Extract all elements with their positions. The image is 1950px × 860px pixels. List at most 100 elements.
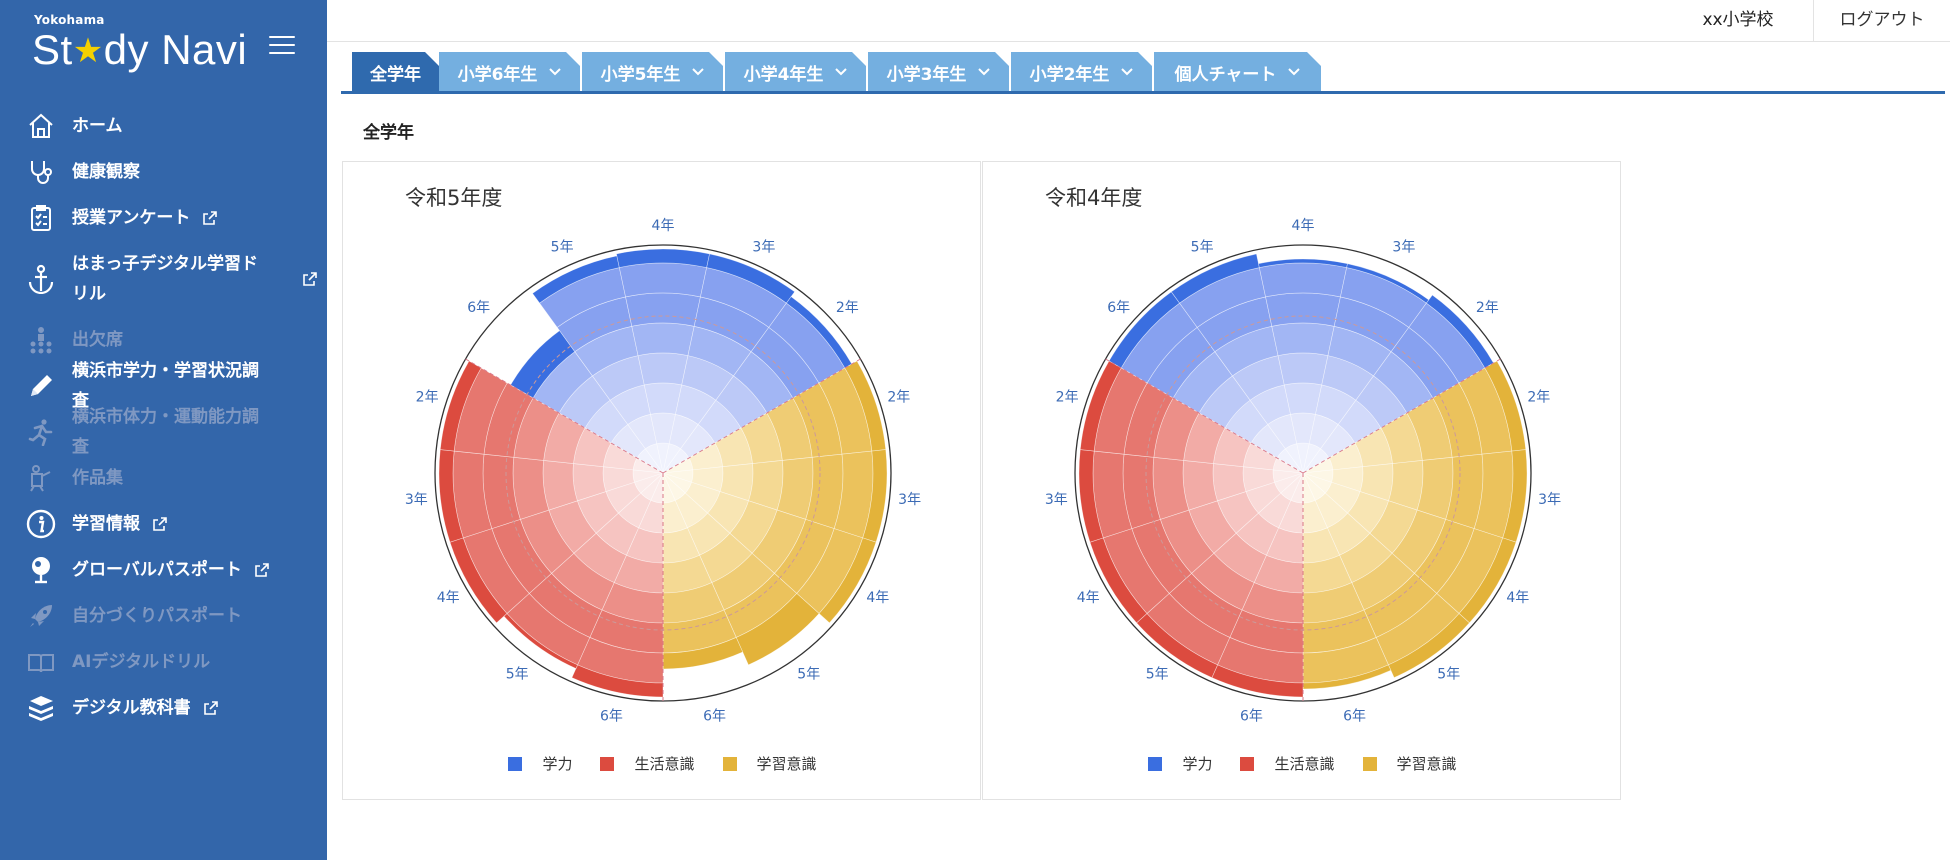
legend-item[interactable]: 学力 [508,753,572,774]
tab-all-grades[interactable]: 全学年 [352,52,439,92]
star-icon: ★ [72,32,104,70]
brand-logo[interactable]: St★dy Navi [32,26,247,74]
sidebar-item-label: 健康観察 [72,162,140,182]
sidebar-item-label: 出欠席 [72,330,123,350]
tab-grade-3[interactable]: 小学3年生 [868,52,1009,92]
category-label: 5年 [1437,667,1460,683]
category-label: 6年 [600,709,623,725]
tab-label: 全学年 [370,64,421,85]
category-label: 5年 [506,667,529,683]
category-label: 2年 [1527,389,1550,405]
sidebar-item-home[interactable]: ホーム [0,103,327,149]
legend-label: 学習意識 [1396,755,1457,773]
sidebar-item-survey[interactable]: 授業アンケート [0,195,327,241]
sidebar: Yokohama St★dy Navi ホーム 健康観察 授業アンケート はまっ… [0,0,327,860]
legend-swatch [600,756,615,771]
category-label: 2年 [887,389,910,405]
external-link-icon [203,211,218,225]
sidebar-item-label: デジタル教科書 [72,698,191,718]
top-bar: xx小学校 ログアウト [327,0,1950,42]
tab-label: 小学6年生 [457,64,538,85]
legend-item[interactable]: 学習意識 [1362,753,1457,774]
anchor-icon [24,262,58,296]
book-open-icon [24,645,58,679]
legend-swatch [1362,756,1377,771]
legend-swatch [1148,756,1163,771]
stethoscope-icon [24,155,58,189]
chart-legend: 学力 生活意識 学習意識 [343,753,982,774]
chart-panel-r4: 令和4年度 4年 3年 2年 2年 3年 4年 5年 6年 6年 5年 4年 3年 2年 6年 5年 学力 … [982,161,1621,800]
sidebar-item-label: ホーム [72,116,123,136]
category-label: 3年 [1538,492,1561,508]
sidebar-item-label: 横浜市体力・運動能力調査 [72,407,259,457]
logout-button[interactable]: ログアウト [1814,0,1950,41]
category-label: 4年 [437,590,460,606]
brand-small: Yokohama [34,13,105,27]
legend-item[interactable]: 生活意識 [1240,753,1335,774]
category-label: 4年 [1077,590,1100,606]
category-label: 3年 [405,492,428,508]
brand-main-left: St [32,26,73,73]
external-link-icon [153,517,167,531]
legend-label: 学習意識 [756,755,817,773]
globe-icon [24,553,58,587]
sidebar-item-ai-drill[interactable]: AIデジタルドリル [0,639,327,685]
category-label: 4年 [866,590,889,606]
category-label: 4年 [652,218,675,234]
category-label: 3年 [1392,239,1415,255]
sidebar-item-label: 授業アンケート [72,208,191,228]
chart-panel-r5: 令和5年度 4年 3年 2年 2年 3年 4年 5年 6年 6年 5年 4年 3年 2年 6年 5年 学力 … [342,161,981,800]
running-icon [24,415,58,449]
easel-icon [24,461,58,495]
legend-swatch [722,756,737,771]
category-label: 4年 [1506,590,1529,606]
category-label: 6年 [467,300,490,316]
tab-grade-6[interactable]: 小学6年生 [439,52,580,92]
legend-label: 生活意識 [634,755,695,773]
category-label: 6年 [703,709,726,725]
chevron-down-icon [978,68,990,76]
brand-main-right: dy Navi [103,26,248,73]
category-label: 5年 [1191,239,1214,255]
sidebar-item-fitness-survey[interactable]: 横浜市体力・運動能力調査 [0,407,327,457]
tab-grade-4[interactable]: 小学4年生 [725,52,866,92]
chevron-down-icon [1288,68,1300,76]
sidebar-item-self-passport[interactable]: 自分づくりパスポート [0,593,327,639]
chevron-down-icon [549,68,561,76]
sidebar-item-label: AIデジタルドリル [72,652,211,672]
legend-item[interactable]: 生活意識 [600,753,695,774]
category-label: 6年 [1240,709,1263,725]
tab-grade-5[interactable]: 小学5年生 [582,52,723,92]
sidebar-item-global-passport[interactable]: グローバルパスポート [0,547,327,593]
legend-item[interactable]: 学力 [1148,753,1212,774]
school-name: xx小学校 [1663,0,1814,41]
external-link-icon [255,563,269,577]
external-link-icon [303,272,317,286]
legend-item[interactable]: 学習意識 [722,753,817,774]
sidebar-item-label: グローバルパスポート [72,560,242,580]
sidebar-item-digital-textbook[interactable]: デジタル教科書 [0,685,327,731]
sidebar-item-drill[interactable]: はまっ子デジタル学習ドリル [0,241,327,317]
category-label: 5年 [551,239,574,255]
legend-label: 学力 [542,755,573,773]
category-label: 3年 [752,239,775,255]
tab-grade-2[interactable]: 小学2年生 [1011,52,1152,92]
home-icon [24,109,58,143]
category-label: 6年 [1343,709,1366,725]
category-label: 6年 [1107,300,1130,316]
chart-legend: 学力 生活意識 学習意識 [983,753,1622,774]
tab-label: 小学2年生 [1029,64,1110,85]
sidebar-item-label: 学習情報 [72,514,140,534]
category-label: 2年 [416,389,439,405]
clipboard-icon [24,201,58,235]
sidebar-item-learning-info[interactable]: 学習情報 [0,501,327,547]
tab-personal-chart[interactable]: 個人チャート [1154,52,1321,92]
chevron-down-icon [835,68,847,76]
section-title: 全学年 [363,123,414,143]
menu-icon[interactable] [269,36,295,56]
sidebar-item-health[interactable]: 健康観察 [0,149,327,195]
books-icon [24,691,58,725]
tab-label: 個人チャート [1174,64,1277,85]
category-label: 2年 [1056,389,1079,405]
sidebar-item-label: はまっ子デジタル学習ドリル [72,254,258,304]
